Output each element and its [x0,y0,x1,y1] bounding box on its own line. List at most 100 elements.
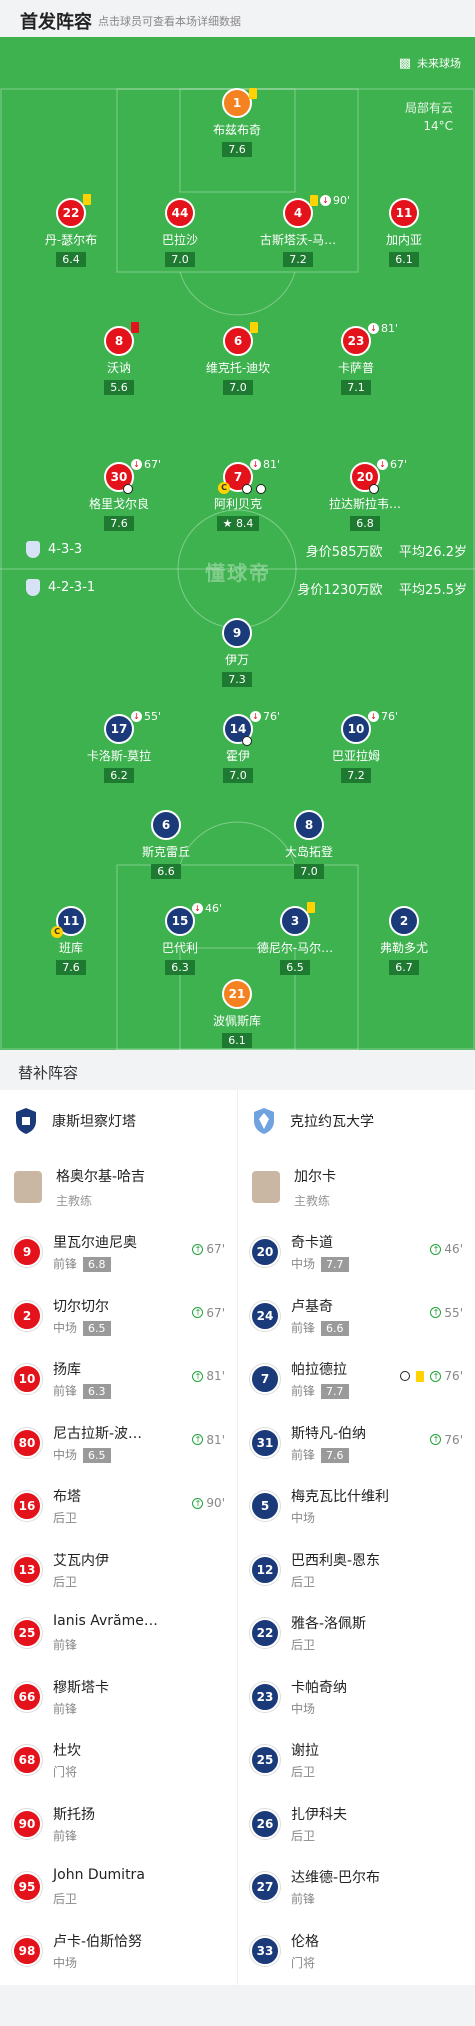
player-away-21[interactable]: 21 波佩斯库 6.1 [177,979,297,1048]
sub-player-row[interactable]: 20 奇卡道 中场 7.7 ↑ 46' [238,1222,475,1286]
player-home-7[interactable]: 7 阿利贝克 ★ 8.4 ↓ 81' C [178,458,298,531]
home-team-row[interactable]: 康斯坦察灯塔 [0,1090,237,1152]
player-name: 维克托-迪坎 [205,361,271,375]
sub-player-rating: 6.5 [83,1320,111,1336]
sub-player-row[interactable]: 31 斯特凡-伯纳 前锋 7.6 ↑ 76' [238,1413,475,1477]
sub-player-name: 伦格 [291,1933,319,1950]
player-home-11[interactable]: 11 加内亚 6.1 [344,198,464,267]
sub-player-position: 前锋 [53,1638,78,1652]
player-home-23[interactable]: 23 卡萨普 7.1 ↓ 81' [296,322,416,395]
stadium-name: 未来球场 [417,57,461,70]
weather-text: 局部有云 [404,101,453,115]
sub-player-row[interactable]: 66 穆斯塔卡 前锋 [0,1667,237,1731]
sub-player-row[interactable]: 25 谢拉 后卫 [238,1730,475,1794]
away-team-row[interactable]: 克拉约瓦大学 [238,1090,475,1152]
star-icon: ★ [222,517,233,530]
player-home-20[interactable]: 20 拉达斯拉韦… 6.8 ↓ 67' [305,458,425,531]
player-away-3[interactable]: 3 德尼尔-马尔… 6.5 [235,902,355,975]
sub-player-row[interactable]: 12 巴西利奥-恩东 后卫 [238,1540,475,1604]
sub-in-minute: 90' [206,1496,225,1510]
sub-player-row[interactable]: 7 帕拉德拉 前锋 7.7 ↑ 76' [238,1349,475,1413]
sub-player-number: 13 [12,1554,42,1585]
sub-player-row[interactable]: 24 卢基奇 前锋 6.6 ↑ 55' [238,1286,475,1350]
lineup-title: 首发阵容 [20,12,92,33]
sub-player-row[interactable]: 22 雅各-洛佩斯 后卫 [238,1603,475,1667]
sub-player-row[interactable]: 25 Ianis Avrăme… 前锋 [0,1603,237,1667]
assist-icon [369,484,379,494]
watermark: 懂球帝 [205,561,271,585]
away-stats: 身价1230万欧 平均25.5岁 [297,579,467,598]
player-events: ↓ 81' [368,322,398,335]
page-footer [0,1985,475,2026]
player-name: 阿利贝克 [213,497,262,511]
sub-player-row[interactable]: 68 杜坎 门将 [0,1730,237,1794]
sub-player-row[interactable]: 2 切尔切尔 中场 6.5 ↑ 67' [0,1286,237,1350]
sub-player-name: 梅克瓦比什维利 [291,1489,389,1505]
player-home-30[interactable]: 30 格里戈尔良 7.6 ↓ 67' [59,458,179,531]
sub-player-row[interactable]: 27 达维德-巴尔布 前锋 [238,1857,475,1921]
yellow-card-icon [307,902,315,913]
home-coach[interactable]: 格奥尔基-哈吉 主教练 [0,1152,237,1222]
sub-player-row[interactable]: 9 里瓦尔迪尼奥 前锋 6.8 ↑ 67' [0,1222,237,1286]
sub-player-row[interactable]: 10 扬库 前锋 6.3 ↑ 81' [0,1349,237,1413]
player-away-2[interactable]: 2 弗勒多尤 6.7 [344,906,464,975]
player-home-44[interactable]: 44 巴拉沙 7.0 [120,198,240,267]
sub-player-row[interactable]: 13 艾瓦内伊 后卫 [0,1540,237,1604]
lineup-header: 首发阵容 点击球员可查看本场详细数据 [0,0,475,37]
coach-name: 加尔卡 [294,1168,336,1185]
assist-icon [256,484,266,494]
player-away-9[interactable]: 9 伊万 7.3 [177,618,297,687]
sub-player-name: 帕拉德拉 [291,1362,347,1378]
player-away-6[interactable]: 6 斯克雷丘 6.6 [106,810,226,879]
sub-player-row[interactable]: 26 扎伊科夫 后卫 [238,1794,475,1858]
goal-ball-icon [242,736,252,746]
sub-player-row[interactable]: 80 尼古拉斯-波… 中场 6.5 ↑ 81' [0,1413,237,1477]
player-home-6[interactable]: 6 维克托-迪坎 7.0 [178,322,298,395]
sub-player-row[interactable]: 16 布塔 后卫 ↑ 90' [0,1476,237,1540]
sub-player-name: 卢基奇 [291,1298,333,1315]
sub-player-row[interactable]: 98 卢卡-伯斯恰努 中场 [0,1921,237,1985]
player-home-22[interactable]: 22 丹-瑟尔布 6.4 [11,194,131,267]
yellow-card-icon [310,195,318,206]
sub-player-row[interactable]: 5 梅克瓦比什维利 中场 [238,1476,475,1540]
player-number: 8 [104,326,134,356]
player-name: 拉达斯拉韦… [328,497,401,511]
player-away-14[interactable]: 14 霍伊 7.0 ↓ 76' [178,710,298,783]
sub-player-position: 前锋 [53,1384,78,1398]
sub-player-position: 后卫 [291,1574,316,1589]
sub-player-number: 66 [12,1681,42,1712]
player-name: 古斯塔沃-马… [259,233,337,247]
away-coach[interactable]: 加尔卡 主教练 [238,1152,475,1222]
player-rating: 6.4 [56,252,86,267]
player-events: ↓ 67' [377,458,407,471]
player-home-8[interactable]: 8 沃讷 5.6 [59,322,179,395]
sub-out-icon: ↓ [192,903,203,914]
player-rating: 6.8 [350,516,380,531]
player-away-15[interactable]: 15 巴代利 6.3 ↓ 46' [120,902,240,975]
sub-player-number: 25 [250,1745,280,1775]
player-away-10[interactable]: 10 巴亚拉姆 7.2 ↓ 76' [296,710,416,783]
sub-out-icon: ↓ [368,323,379,334]
sub-player-row[interactable]: 90 斯托扬 前锋 [0,1794,237,1858]
sub-player-number: 9 [12,1237,42,1267]
sub-player-number: 95 [12,1872,42,1902]
sub-player-row[interactable]: 33 伦格 门将 [238,1921,475,1985]
home-team-icon [26,541,40,558]
player-rating: 7.2 [341,768,371,783]
player-away-8[interactable]: 8 大岛拓登 7.0 [249,810,369,879]
player-home-1[interactable]: 1 布兹布奇 7.6 [177,88,297,157]
sub-player-name: 卡帕奇纳 [291,1679,347,1696]
player-away-11[interactable]: 11 班库 7.6 C [11,906,131,975]
red-card-icon [131,322,139,333]
sub-player-number: 80 [12,1427,42,1458]
away-team-icon [26,579,40,596]
sub-player-position-row: 后卫 [291,1763,315,1780]
sub-player-row[interactable]: 95 John Dumitra 后卫 [0,1857,237,1921]
player-name: 巴亚拉姆 [331,749,380,763]
player-away-17[interactable]: 17 卡洛斯-莫拉 6.2 ↓ 55' [59,710,179,783]
sub-player-row[interactable]: 23 卡帕奇纳 中场 [238,1667,475,1731]
pitch: ▩ 未来球场 局部有云 14°C 懂球帝 4-3-3 身价585万欧 平均26.… [0,37,475,1050]
player-name: 格里戈尔良 [88,497,149,511]
player-home-4[interactable]: 4 古斯塔沃-马… 7.2 ↓ 90' [238,194,358,267]
player-name: 班库 [58,941,83,955]
